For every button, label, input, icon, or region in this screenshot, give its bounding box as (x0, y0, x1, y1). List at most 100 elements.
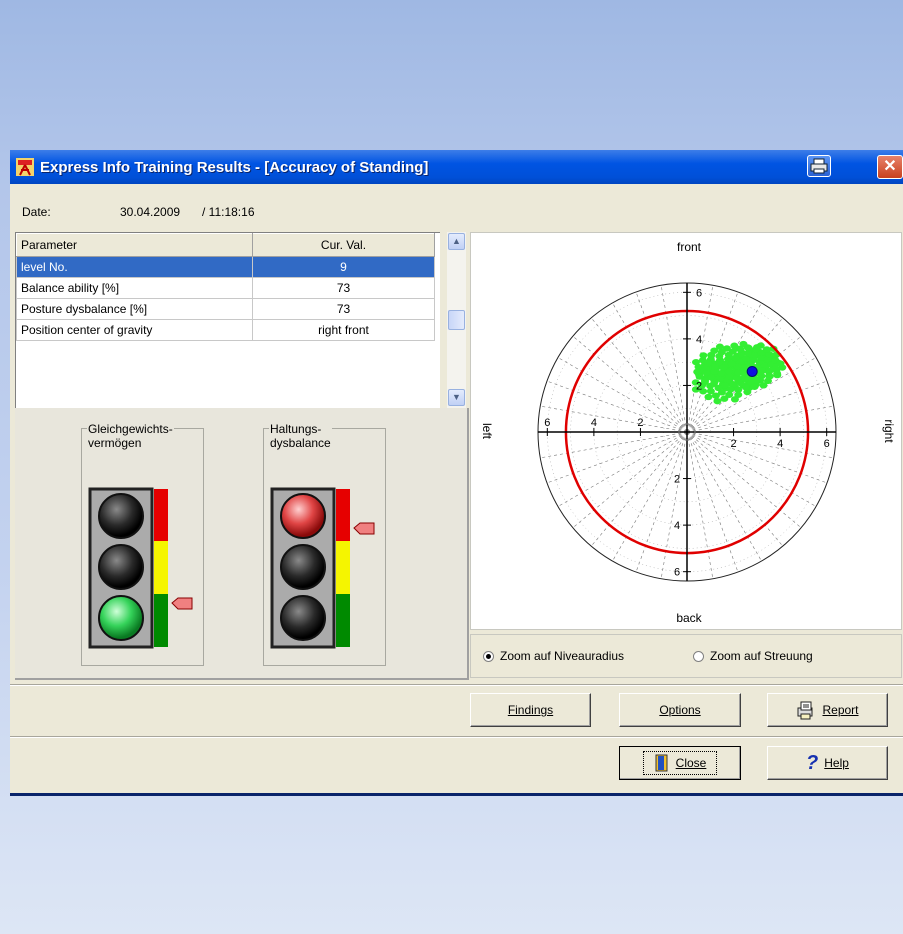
zoom-scatter-label: Zoom auf Streuung (710, 649, 813, 663)
scatter-point (714, 359, 723, 366)
date-label: Date: (22, 205, 51, 219)
radial-grid-line (557, 357, 688, 433)
balance-ability-group: Gleichgewichts- vermögen (81, 422, 204, 666)
options-label: Options (659, 703, 701, 717)
close-button[interactable]: Close (619, 746, 741, 780)
center-of-gravity-point (746, 365, 758, 377)
stability-chart: front back left right 2 2 2 2 4 4 4 4 6 6 6 6 (480, 240, 896, 625)
findings-label: Findings (507, 703, 554, 717)
label-right: right (882, 419, 896, 443)
window-title: Express Info Training Results - [Accurac… (40, 159, 429, 176)
scatter-point (704, 359, 713, 367)
y-tick-label: 2 (696, 380, 702, 392)
table-row[interactable]: Posture dysbalance [%] 73 (16, 298, 435, 320)
scroll-thumb[interactable] (448, 310, 465, 330)
scroll-up-icon[interactable]: ▲ (448, 233, 465, 250)
title-bar[interactable]: Express Info Training Results - [Accurac… (10, 150, 903, 184)
radial-grid-line (612, 431, 688, 562)
scatter-point (744, 344, 753, 352)
scatter-point (692, 358, 701, 366)
scroll-down-icon[interactable]: ▼ (448, 389, 465, 406)
scatter-point (713, 397, 722, 405)
printer-icon (810, 158, 828, 174)
radio-unselected-icon (693, 650, 704, 662)
app-icon (16, 158, 34, 176)
scatter-point (730, 396, 739, 403)
zoom-level-radius-label: Zoom auf Niveauradius (500, 649, 625, 663)
param-cell: Balance ability [%] (16, 277, 253, 299)
help-icon: ? (806, 751, 819, 774)
scatter-point (727, 360, 736, 368)
level-pointer-icon (171, 597, 193, 610)
label-front: front (677, 240, 702, 254)
top-lamp-icon (280, 493, 326, 539)
parameter-grid[interactable]: Parameter Cur. Val. level No. 9 Balance … (15, 232, 440, 409)
scatter-point (750, 383, 759, 390)
value-cell: 73 (252, 298, 435, 320)
radial-grid-line (557, 431, 688, 507)
report-button[interactable]: Report (767, 693, 888, 727)
scatter-point (731, 354, 740, 362)
scatter-point (773, 370, 782, 377)
radial-grid-line (612, 302, 688, 433)
traffic-light-posture (270, 487, 375, 649)
x-tick-label: 6 (824, 438, 830, 450)
table-row[interactable]: level No. 9 (16, 256, 435, 278)
radial-grid-line (686, 431, 762, 562)
scatter-point (758, 367, 767, 374)
param-cell: Posture dysbalance [%] (16, 298, 253, 320)
zoom-level-radius-radio[interactable]: Zoom auf Niveauradius (483, 649, 624, 663)
y-tick-label: 6 (696, 287, 702, 299)
table-row[interactable]: Position center of gravity right front (16, 319, 435, 341)
posture-dysbalance-group: Haltungs- dysbalance (263, 422, 386, 666)
level-pointer-icon (353, 522, 375, 535)
results-window: Express Info Training Results - [Accurac… (10, 150, 903, 796)
scatter-point (726, 386, 735, 393)
findings-button[interactable]: Findings (470, 693, 591, 727)
scatter-point (699, 352, 708, 359)
y-tick-label: 4 (696, 334, 702, 346)
scatter-point (765, 372, 774, 380)
column-header-cur-val[interactable]: Cur. Val. (252, 233, 435, 257)
param-cell: Position center of gravity (16, 319, 253, 341)
value-cell: right front (252, 319, 435, 341)
help-label: Help (824, 756, 849, 770)
param-cell: level No. (16, 256, 253, 278)
x-tick-label: 2 (731, 438, 737, 450)
report-label: Report (822, 703, 859, 717)
scatter-point (720, 395, 729, 402)
scatter-point (693, 368, 702, 376)
x-tick-label: 4 (777, 438, 783, 450)
radio-selected-icon (483, 650, 494, 662)
scatter-point (715, 343, 724, 350)
scatter-point (734, 369, 743, 376)
date-value: 30.04.2009 (120, 205, 181, 219)
zoom-options: Zoom auf Niveauradius Zoom auf Streuung (470, 634, 902, 678)
column-header-parameter[interactable]: Parameter (16, 233, 253, 257)
y-tick-label: 4 (674, 520, 680, 532)
options-button[interactable]: Options (619, 693, 741, 727)
y-tick-label: 2 (674, 474, 680, 486)
grid-scrollbar[interactable]: ▲ ▼ (447, 232, 466, 408)
stability-chart-panel: front back left right 2 2 2 2 4 4 4 4 6 6 6 6 (470, 232, 902, 630)
scatter-point (736, 346, 745, 353)
traffic-light-balance (88, 487, 193, 649)
value-cell: 73 (252, 277, 435, 299)
scatter-point (722, 345, 731, 352)
middle-lamp-icon (98, 544, 144, 590)
label-left: left (480, 423, 494, 440)
help-button[interactable]: ? Help (767, 746, 888, 780)
print-button[interactable] (807, 155, 831, 177)
scatter-point (756, 342, 765, 349)
separator (10, 684, 903, 686)
scatter-point (743, 388, 752, 396)
top-lamp-icon (98, 493, 144, 539)
value-cell: 9 (252, 256, 435, 278)
zoom-scatter-radio[interactable]: Zoom auf Streuung (693, 649, 813, 663)
label-back: back (676, 611, 702, 625)
y-tick-label: 6 (674, 567, 680, 579)
x-tick-label: 4 (591, 417, 597, 429)
close-icon[interactable]: ✕ (877, 155, 903, 179)
table-row[interactable]: Balance ability [%] 73 (16, 277, 435, 299)
door-icon (655, 754, 668, 772)
